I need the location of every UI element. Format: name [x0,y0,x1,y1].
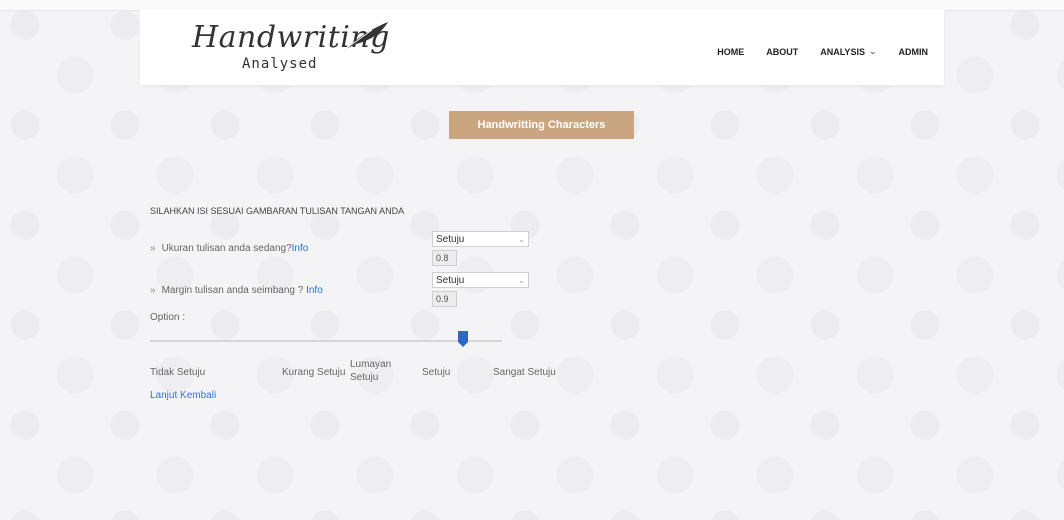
chevron-down-icon: ⌄ [518,275,525,285]
nav-analysis[interactable]: ANALYSIS ⌄ [820,46,876,57]
scale-tidak-setuju: Tidak Setuju [150,367,206,378]
option-label: Option : [150,312,186,323]
select-1-value: Setuju [436,233,465,245]
logo-subtitle: Analysed [242,56,318,72]
site-logo[interactable]: Handwriting Analysed [192,20,392,80]
nav-home[interactable]: HOME [717,47,744,57]
handwriting-characters-button[interactable]: Handwritting Characters [449,111,634,139]
main-nav: HOME ABOUT ANALYSIS ⌄ ADMIN [717,46,928,57]
feather-quill-icon [343,22,388,51]
bullet-icon: » [150,285,156,296]
scale-sangat-setuju: Sangat Setuju [493,367,556,378]
option-slider-track[interactable] [150,340,502,342]
chevron-down-icon: ⌄ [518,234,525,244]
value-box-2: 0.9 [432,291,457,307]
info-link-1[interactable]: Info [292,243,309,254]
nav-about[interactable]: ABOUT [766,47,798,57]
lanjut-link[interactable]: Lanjut [150,390,177,401]
site-header: Handwriting Analysed HOME ABOUT ANALYSIS… [140,10,944,85]
question-1-text: Ukuran tulisan anda sedang? [161,243,292,254]
info-link-2[interactable]: Info [306,285,323,296]
nav-links: Lanjut Kembali [150,390,216,401]
bullet-icon: » [150,243,156,254]
question-2: » Margin tulisan anda seimbang ? Info [150,285,323,296]
select-2-value: Setuju [436,274,465,286]
scale-setuju: Setuju [422,367,451,378]
chevron-down-icon: ⌄ [868,46,877,56]
instruction-text: SILAHKAN ISI SESUAI GAMBARAN TULISAN TAN… [150,206,405,216]
select-question-1[interactable]: Setuju ⌄ [432,231,529,247]
question-2-text: Margin tulisan anda seimbang ? [161,285,307,296]
select-question-2[interactable]: Setuju ⌄ [432,272,529,288]
slider-thumb[interactable] [458,331,469,347]
nav-admin[interactable]: ADMIN [899,47,929,57]
value-box-1: 0.8 [432,250,457,266]
question-1: » Ukuran tulisan anda sedang?Info [150,243,308,254]
scale-lumayan-setuju: Lumayan Setuju [350,359,392,383]
scale-kurang-setuju: Kurang Setuju [282,367,346,378]
kembali-link[interactable]: Kembali [180,390,216,401]
